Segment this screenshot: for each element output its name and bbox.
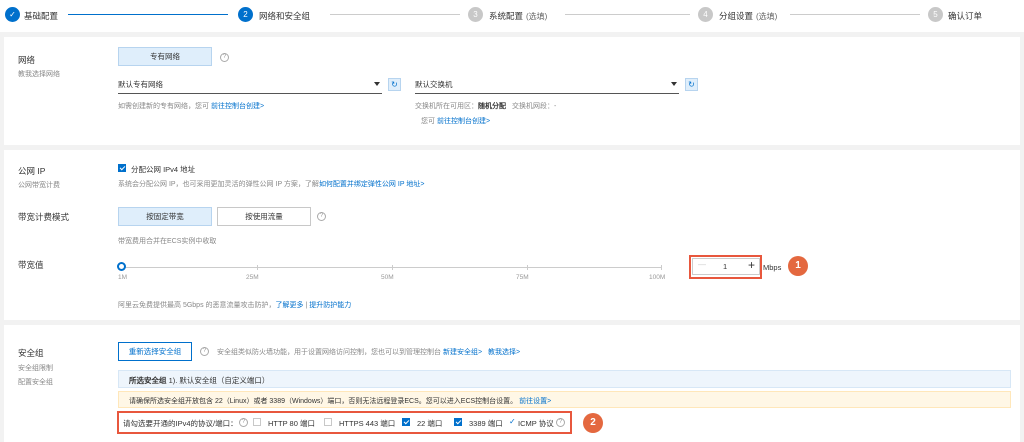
vswitch-cidr-value: -	[553, 103, 557, 110]
billing-fixed-button[interactable]: 按固定带宽	[118, 207, 212, 226]
help-icon[interactable]: ?	[200, 347, 209, 356]
security-card: 安全组 安全组限制 配置安全组 重新选择安全组 ? 安全组类似防火墙功能，用于设…	[4, 325, 1020, 442]
step-3-title: 系统配置	[489, 11, 524, 21]
tick-label: 100M	[649, 274, 666, 281]
chevron-down-icon	[671, 82, 677, 86]
vpc-hint: 如需创建新的专有网络，您可 前往控制台创建>	[118, 101, 264, 111]
steps-bar: ✓ 基础配置 2 网络和安全组 3 系统配置 (选填) 4 分组设置 (选填) 5 …	[0, 0, 1024, 32]
public-ip-subtitle: 公网带宽计费	[18, 182, 60, 189]
bandwidth-title: 带宽值	[18, 260, 44, 270]
ddos-note: 阿里云免费提供最高 5Gbps 的恶意流量攻击防护，了解更多 | 提升防护能力	[118, 300, 351, 310]
step-connector	[330, 14, 460, 15]
step-2-number: 2	[238, 7, 253, 22]
ddos-note-text: 阿里云免费提供最高 5Gbps 的恶意流量攻击防护，	[118, 302, 276, 309]
vpc-type-button[interactable]: 专有网络	[118, 47, 212, 66]
eip-guide-link[interactable]: 如何配置并绑定弹性公网 IP 地址>	[319, 181, 424, 188]
refresh-icon[interactable]: ↻	[685, 78, 698, 91]
callout-2-box	[117, 411, 572, 434]
tick-label: 1M	[118, 274, 128, 281]
network-card: 网络 教我选择网络 专有网络 ? 默认专有网络 ↻ 默认交换机 ↻ 如需创建新的…	[4, 37, 1020, 145]
public-ip-desc: 系统会分配公网 IP，也可采用更加灵活的弹性公网 IP 方案，了解如何配置并绑定…	[118, 179, 424, 189]
step-2-label[interactable]: 网络和安全组	[259, 10, 310, 22]
vpc-select-value: 默认专有网络	[118, 80, 163, 89]
slider-tick	[661, 265, 662, 270]
vpc-select[interactable]: 默认专有网络	[118, 78, 382, 94]
slider-tick	[257, 265, 258, 270]
callout-1-badge: 1	[788, 256, 808, 276]
step-3-number: 3	[468, 7, 483, 22]
port-warning-bar: 请确保所选安全组开放包含 22（Linux）或者 3389（Windows）端口…	[118, 391, 1011, 408]
how-to-choose-link[interactable]: 教我选择>	[488, 349, 520, 356]
vswitch-zone-label: 交换机所在可用区：	[415, 103, 478, 110]
security-sub-2[interactable]: 配置安全组	[18, 377, 53, 387]
tick-label: 25M	[246, 274, 259, 281]
step-3-label[interactable]: 系统配置 (选填)	[489, 10, 547, 22]
improve-protection-link[interactable]: 提升防护能力	[309, 302, 351, 309]
selected-security-group-bar: 所选安全组 1). 默认安全组（自定义端口）	[118, 370, 1011, 388]
refresh-icon[interactable]: ↻	[388, 78, 401, 91]
network-subtitle[interactable]: 教我选择网络	[18, 69, 60, 79]
step-connector	[565, 14, 690, 15]
security-sub-1: 安全组限制	[18, 365, 53, 372]
slider-tick	[392, 265, 393, 270]
create-security-group-link[interactable]: 新建安全组>	[443, 349, 482, 356]
vswitch-hint2-text: 您可	[421, 118, 435, 125]
assign-ipv4-label[interactable]: 分配公网 IPv4 地址	[131, 164, 195, 175]
step-4-optional: (选填)	[756, 12, 778, 21]
tick-label: 75M	[516, 274, 529, 281]
bandwidth-unit: Mbps	[763, 263, 782, 272]
vpc-create-link[interactable]: 前往控制台创建>	[211, 103, 264, 110]
assign-ipv4-checkbox[interactable]	[118, 164, 126, 172]
step-4-number: 4	[698, 7, 713, 22]
go-settings-link[interactable]: 前往设置>	[519, 398, 551, 405]
step-4-label[interactable]: 分组设置 (选填)	[719, 10, 777, 22]
security-desc-text: 安全组类似防火墙功能，用于设置网络访问控制，您也可以到管理控制台	[217, 349, 441, 356]
public-ip-card: 公网 IP 公网带宽计费 分配公网 IPv4 地址 系统会分配公网 IP，也可采…	[4, 150, 1020, 320]
step-5-label[interactable]: 确认订单	[948, 10, 982, 22]
network-title: 网络	[18, 55, 36, 65]
chevron-down-icon	[374, 82, 380, 86]
bandwidth-slider-handle[interactable]	[117, 262, 126, 271]
step-connector	[790, 14, 920, 15]
billing-traffic-button[interactable]: 按使用流量	[217, 207, 311, 226]
vpc-hint-text: 如需创建新的专有网络，您可	[118, 103, 209, 110]
public-ip-title: 公网 IP	[18, 166, 46, 176]
step-connector	[68, 14, 228, 15]
tick-label: 50M	[381, 274, 394, 281]
vswitch-cidr-label: 交换机网段：	[511, 103, 554, 110]
step-1-check-icon: ✓	[5, 7, 20, 22]
callout-1-box	[689, 255, 762, 279]
security-title: 安全组	[18, 348, 44, 358]
billing-hint: 带宽费用合并在ECS实例中收取	[118, 238, 217, 245]
selected-security-group-value: 1). 默认安全组（自定义端口）	[168, 376, 270, 385]
reselect-security-group-button[interactable]: 重新选择安全组	[118, 342, 192, 361]
learn-more-link[interactable]: 了解更多	[276, 302, 304, 309]
help-icon[interactable]: ?	[317, 212, 326, 221]
vswitch-select-value: 默认交换机	[415, 80, 453, 89]
selected-security-group-label: 所选安全组	[129, 376, 167, 385]
step-1-label[interactable]: 基础配置	[24, 10, 58, 22]
vswitch-hint: 交换机所在可用区：随机分配 交换机网段：-	[415, 101, 556, 111]
step-4-title: 分组设置	[719, 11, 754, 21]
vswitch-select[interactable]: 默认交换机	[415, 78, 679, 94]
note-separator: |	[305, 302, 308, 309]
step-3-optional: (选填)	[526, 12, 548, 21]
vswitch-create-link[interactable]: 前往控制台创建>	[437, 118, 490, 125]
vswitch-hint-2: 您可 前往控制台创建>	[421, 116, 490, 126]
slider-tick	[527, 265, 528, 270]
step-5-number: 5	[928, 7, 943, 22]
callout-2-badge: 2	[583, 413, 603, 433]
help-icon[interactable]: ?	[220, 53, 229, 62]
billing-title: 带宽计费模式	[18, 212, 70, 222]
public-ip-desc-text: 系统会分配公网 IP，也可采用更加灵活的弹性公网 IP 方案，了解	[118, 181, 319, 188]
security-desc: 安全组类似防火墙功能，用于设置网络访问控制，您也可以到管理控制台 新建安全组> …	[217, 347, 520, 357]
vswitch-zone-value: 随机分配	[478, 103, 506, 110]
port-warning-text: 请确保所选安全组开放包含 22（Linux）或者 3389（Windows）端口…	[129, 398, 518, 405]
